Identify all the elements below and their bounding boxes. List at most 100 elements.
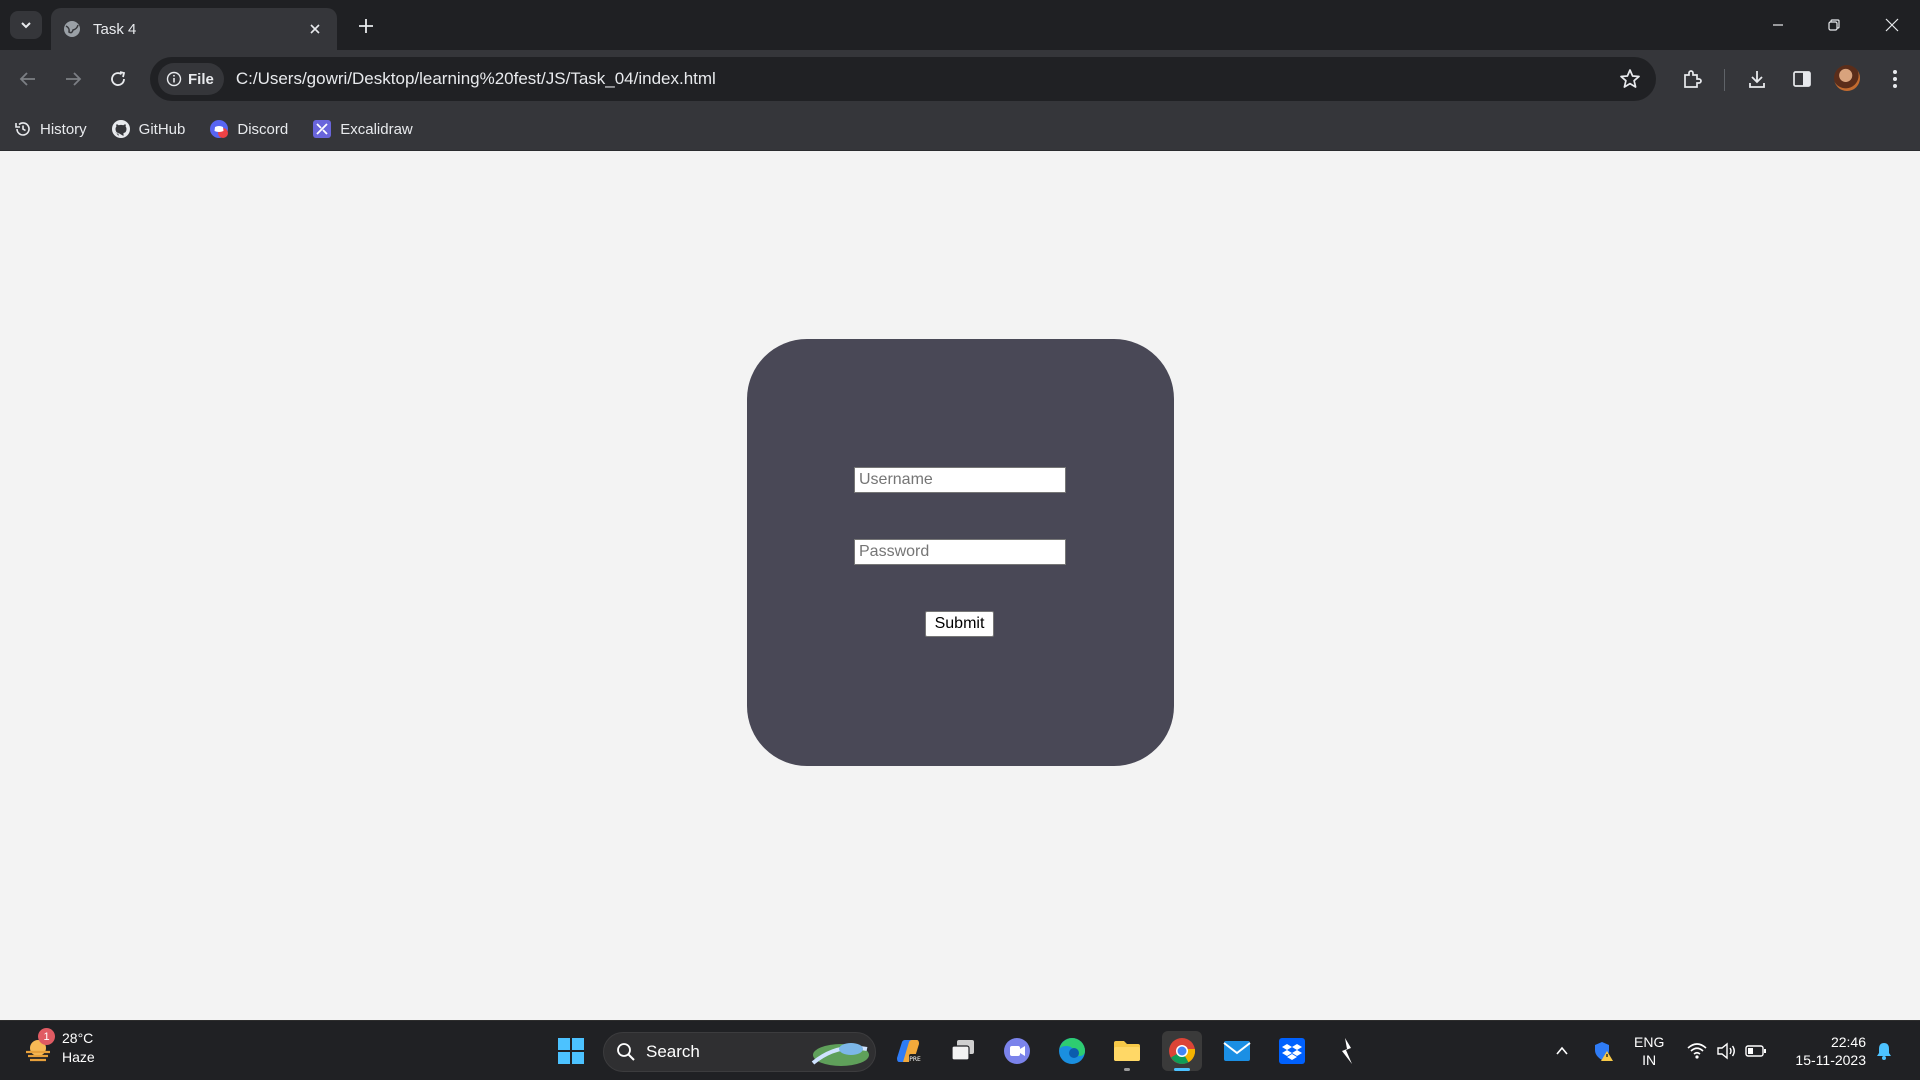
excalidraw-icon <box>313 120 332 138</box>
chevron-down-icon <box>21 22 31 29</box>
tab-close-button[interactable] <box>305 19 325 39</box>
volume-tray-button[interactable] <box>1713 1021 1739 1080</box>
search-label: Search <box>646 1042 700 1061</box>
arrow-left-icon <box>19 72 35 86</box>
taskbar-task-view[interactable] <box>943 1031 983 1071</box>
tab-active[interactable]: Task 4 <box>51 8 337 50</box>
extensions-button[interactable] <box>1676 63 1708 95</box>
chevron-up-icon <box>1556 1046 1568 1055</box>
browser-toolbar: File C:/Users/gowri/Desktop/learning%20f… <box>0 50 1920 108</box>
windows-logo-icon <box>558 1038 584 1064</box>
bookmark-excalidraw[interactable]: Excalidraw <box>312 119 413 139</box>
info-icon <box>166 71 182 87</box>
site-info-label: File <box>188 70 214 88</box>
active-indicator <box>1174 1068 1190 1071</box>
mail-icon <box>1223 1041 1251 1061</box>
site-info-chip[interactable]: File <box>158 63 224 95</box>
lightning-app-icon <box>1342 1038 1352 1064</box>
taskbar-teams[interactable] <box>997 1031 1037 1071</box>
search-highlight-icon <box>811 1043 869 1066</box>
tab-title: Task 4 <box>93 20 137 38</box>
input-language[interactable]: ENG IN <box>1634 1033 1664 1069</box>
bookmark-label: GitHub <box>138 120 186 138</box>
weather-widget[interactable]: 1 28°C Haze <box>22 1028 95 1067</box>
notifications-button[interactable] <box>1872 1021 1896 1080</box>
battery-tray-button[interactable] <box>1742 1021 1770 1080</box>
language-code: ENG <box>1634 1034 1665 1050</box>
taskbar-chrome[interactable] <box>1162 1031 1202 1071</box>
toolbar-divider <box>1724 69 1725 91</box>
new-tab-button[interactable] <box>352 12 380 40</box>
bookmark-label: History <box>40 120 87 138</box>
wifi-icon <box>1687 1043 1707 1059</box>
start-button[interactable] <box>551 1031 591 1071</box>
dropbox-icon <box>1279 1038 1305 1064</box>
taskbar-dropbox[interactable] <box>1272 1031 1312 1071</box>
clock-time: 22:46 <box>1830 1034 1866 1050</box>
close-icon <box>1885 18 1899 32</box>
forward-button[interactable] <box>57 63 89 95</box>
bookmark-label: Discord <box>237 120 289 138</box>
github-icon <box>111 120 130 138</box>
restore-icon <box>1828 19 1840 31</box>
restore-button[interactable] <box>1806 0 1862 50</box>
discord-icon <box>210 120 229 138</box>
reload-icon <box>111 71 126 86</box>
task-view-icon <box>951 1040 974 1061</box>
security-tray-button[interactable] <box>1588 1021 1618 1080</box>
weather-condition: Haze <box>62 1049 95 1065</box>
volume-icon <box>1717 1042 1735 1060</box>
running-indicator <box>1124 1068 1130 1071</box>
taskbar-file-explorer[interactable] <box>1107 1031 1147 1071</box>
side-panel-icon <box>1793 71 1811 87</box>
address-bar[interactable]: File C:/Users/gowri/Desktop/learning%20f… <box>150 57 1656 101</box>
bookmark-label: Excalidraw <box>340 120 413 138</box>
chrome-menu-button[interactable] <box>1879 63 1911 95</box>
taskbar-mail[interactable] <box>1217 1031 1257 1071</box>
globe-icon <box>64 21 80 37</box>
folder-icon <box>1114 1041 1140 1061</box>
bookmark-history[interactable]: History <box>14 120 87 138</box>
arrow-right-icon <box>66 72 82 86</box>
taskbar-search[interactable]: Search <box>603 1032 876 1072</box>
password-input[interactable] <box>854 539 1066 565</box>
close-window-button[interactable] <box>1864 0 1920 50</box>
plus-icon <box>359 19 373 33</box>
taskbar-copilot[interactable]: PRE <box>888 1031 928 1071</box>
profile-avatar[interactable] <box>1834 65 1860 91</box>
more-vertical-icon <box>1893 70 1897 88</box>
submit-button[interactable]: Submit <box>925 611 994 637</box>
url-text: C:/Users/gowri/Desktop/learning%20fest/J… <box>235 69 716 88</box>
weather-temperature: 28°C <box>62 1030 94 1046</box>
weather-haze-icon: 1 <box>22 1028 55 1064</box>
bookmark-discord[interactable]: Discord <box>209 119 288 139</box>
side-panel-button[interactable] <box>1786 63 1818 95</box>
close-icon <box>310 24 320 34</box>
taskbar-edge[interactable] <box>1052 1031 1092 1071</box>
system-clock[interactable]: 22:46 15-11-2023 <box>1786 1033 1866 1069</box>
teams-chat-icon <box>1004 1038 1030 1064</box>
notification-badge: 1 <box>38 1028 55 1045</box>
bookmarks-bar: History GitHub Discord Excalidraw <box>0 108 1920 151</box>
reload-button[interactable] <box>102 63 134 95</box>
username-input[interactable] <box>854 467 1066 493</box>
taskbar-app-bolt[interactable] <box>1327 1031 1367 1071</box>
tab-search-button[interactable] <box>10 11 42 39</box>
battery-icon <box>1745 1045 1766 1057</box>
tab-strip: Task 4 <box>0 0 1920 50</box>
minimize-button[interactable] <box>1750 0 1806 50</box>
bookmark-github[interactable]: GitHub <box>111 119 186 139</box>
bell-icon <box>1877 1043 1891 1060</box>
puzzle-icon <box>1684 70 1702 88</box>
bookmark-star-icon[interactable] <box>1618 67 1642 91</box>
minimize-icon <box>1773 24 1783 26</box>
show-hidden-icons-button[interactable] <box>1548 1021 1576 1080</box>
windows-taskbar: 1 28°C Haze Search PRE ENG IN 22:46 15-1… <box>0 1020 1920 1080</box>
network-tray-button[interactable] <box>1684 1021 1710 1080</box>
search-icon <box>617 1043 635 1061</box>
copilot-icon: PRE <box>897 1040 921 1063</box>
page-viewport: Submit <box>0 151 1920 1020</box>
downloads-button[interactable] <box>1741 63 1773 95</box>
history-icon <box>15 122 30 136</box>
back-button[interactable] <box>12 63 44 95</box>
